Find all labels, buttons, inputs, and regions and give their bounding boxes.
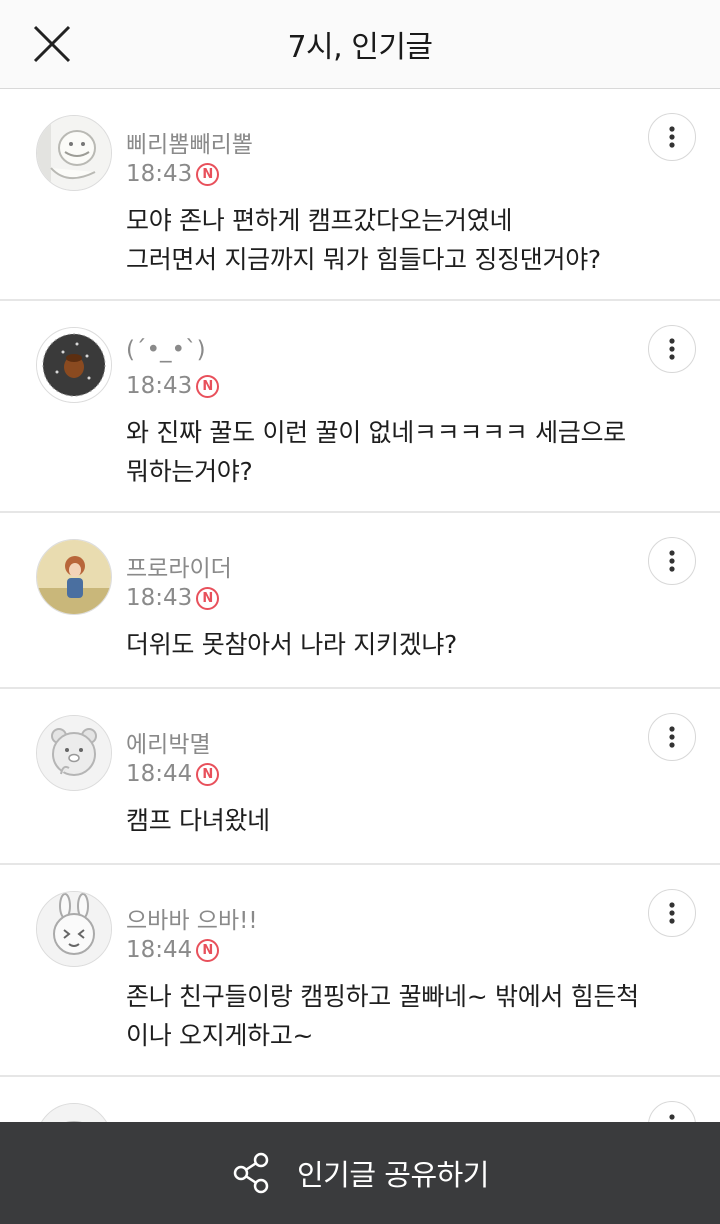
share-icon: [233, 1152, 269, 1194]
nickname[interactable]: (´•_•`): [126, 337, 206, 363]
more-options-button[interactable]: [648, 889, 696, 937]
more-options-button[interactable]: [648, 713, 696, 761]
more-options-button[interactable]: [648, 113, 696, 161]
nickname[interactable]: 프로라이더: [126, 549, 232, 583]
timestamp-row: 18:44 N: [126, 761, 220, 787]
timestamp-row: 18:43 N: [126, 373, 220, 399]
top-bar: 7시, 인기글: [0, 0, 720, 89]
vertical-dots-icon: [669, 550, 675, 572]
cartoon-avatar-icon: [37, 116, 111, 190]
new-badge: N: [196, 586, 220, 610]
avatar[interactable]: [36, 327, 112, 403]
vertical-dots-icon: [669, 726, 675, 748]
comment-item: 에리박멸 18:44 N 캠프 다녀왔네: [0, 689, 720, 865]
share-popular-post-button[interactable]: 인기글 공유하기: [0, 1122, 720, 1224]
avatar[interactable]: [36, 715, 112, 791]
comment-text: 더위도 못참아서 나라 지키겠냐?: [126, 630, 458, 659]
vertical-dots-icon: [669, 338, 675, 360]
comment-item: (´•_•`) 18:43 N 와 진짜 꿀도 이런 꿀이 없네ㅋㅋㅋㅋㅋ 세금…: [0, 301, 720, 513]
nickname[interactable]: 으바바 으바!!: [126, 901, 258, 935]
timestamp: 18:44: [126, 761, 193, 787]
new-badge: N: [196, 762, 220, 786]
timestamp-row: 18:43 N: [126, 161, 220, 187]
comment-text: 와 진짜 꿀도 이런 꿀이 없네ㅋㅋㅋㅋㅋ 세금으로 뭐하는거야?: [126, 418, 626, 486]
donut-avatar-icon: [37, 328, 111, 402]
comment-item: 으바바 으바!! 18:44 N 존나 친구들이랑 캠핑하고 꿀빠네~ 밖에서 …: [0, 865, 720, 1077]
bear-avatar-icon: [37, 716, 111, 790]
comment-text: 존나 친구들이랑 캠핑하고 꿀빠네~ 밖에서 힘든척 이나 오지게하고~: [126, 982, 639, 1050]
more-options-button[interactable]: [648, 537, 696, 585]
page-title: 7시, 인기글: [287, 30, 433, 65]
comment-text: 캠프 다녀왔네: [126, 806, 270, 835]
comment-item: 삐리뽐빼리뽈 18:43 N 모야 존나 편하게 캠프갔다오는거였네 그러면서 …: [0, 89, 720, 301]
rabbit-avatar-icon: [37, 892, 111, 966]
new-badge: N: [196, 162, 220, 186]
nickname[interactable]: 삐리뽐빼리뽈: [126, 125, 253, 159]
avatar[interactable]: [36, 539, 112, 615]
comment-text: 모야 존나 편하게 캠프갔다오는거였네 그러면서 지금까지 뭐가 힘들다고 징징…: [126, 206, 601, 274]
avatar[interactable]: [36, 891, 112, 967]
vertical-dots-icon: [669, 902, 675, 924]
comment-item: 프로라이더 18:43 N 더위도 못참아서 나라 지키겠냐?: [0, 513, 720, 689]
new-badge: N: [196, 938, 220, 962]
timestamp: 18:43: [126, 161, 193, 187]
timestamp-row: 18:44 N: [126, 937, 220, 963]
timestamp: 18:43: [126, 373, 193, 399]
new-badge: N: [196, 374, 220, 398]
timestamp-row: 18:43 N: [126, 585, 220, 611]
timestamp: 18:43: [126, 585, 193, 611]
timestamp: 18:44: [126, 937, 193, 963]
more-options-button[interactable]: [648, 325, 696, 373]
share-label: 인기글 공유하기: [297, 1158, 489, 1192]
avatar[interactable]: [36, 115, 112, 191]
comment-list: 삐리뽐빼리뽈 18:43 N 모야 존나 편하게 캠프갔다오는거였네 그러면서 …: [0, 89, 720, 1197]
nickname[interactable]: 에리박멸: [126, 725, 211, 759]
vertical-dots-icon: [669, 126, 675, 148]
photo-avatar-icon: [37, 540, 111, 614]
